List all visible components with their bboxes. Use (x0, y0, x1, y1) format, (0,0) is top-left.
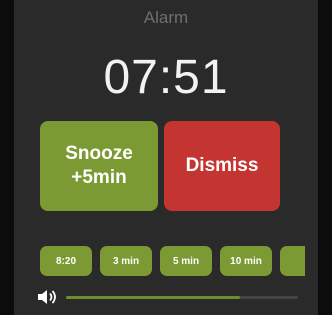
snooze-button[interactable]: Snooze +5min (40, 121, 158, 211)
right-bezel (318, 0, 332, 315)
volume-slider-fill (66, 296, 240, 299)
alarm-title: Alarm (143, 8, 189, 27)
snooze-option-3-min[interactable]: 3 min (100, 246, 152, 276)
snooze-option-10-min[interactable]: 10 min (220, 246, 272, 276)
snooze-option-8-20[interactable]: 8:20 (40, 246, 92, 276)
snooze-option-more[interactable] (280, 246, 305, 276)
snooze-options: 8:20 3 min 5 min 10 min (40, 246, 305, 276)
volume-slider[interactable] (66, 296, 298, 299)
speaker-icon[interactable] (36, 287, 60, 307)
dismiss-button[interactable]: Dismiss (164, 121, 280, 211)
snooze-label: Snooze (65, 143, 133, 164)
snooze-duration: +5min (71, 167, 127, 188)
snooze-option-5-min[interactable]: 5 min (160, 246, 212, 276)
alarm-time: 07:51 (103, 51, 229, 104)
left-bezel (0, 0, 14, 315)
volume-control (36, 287, 298, 307)
dismiss-label: Dismiss (185, 155, 259, 176)
